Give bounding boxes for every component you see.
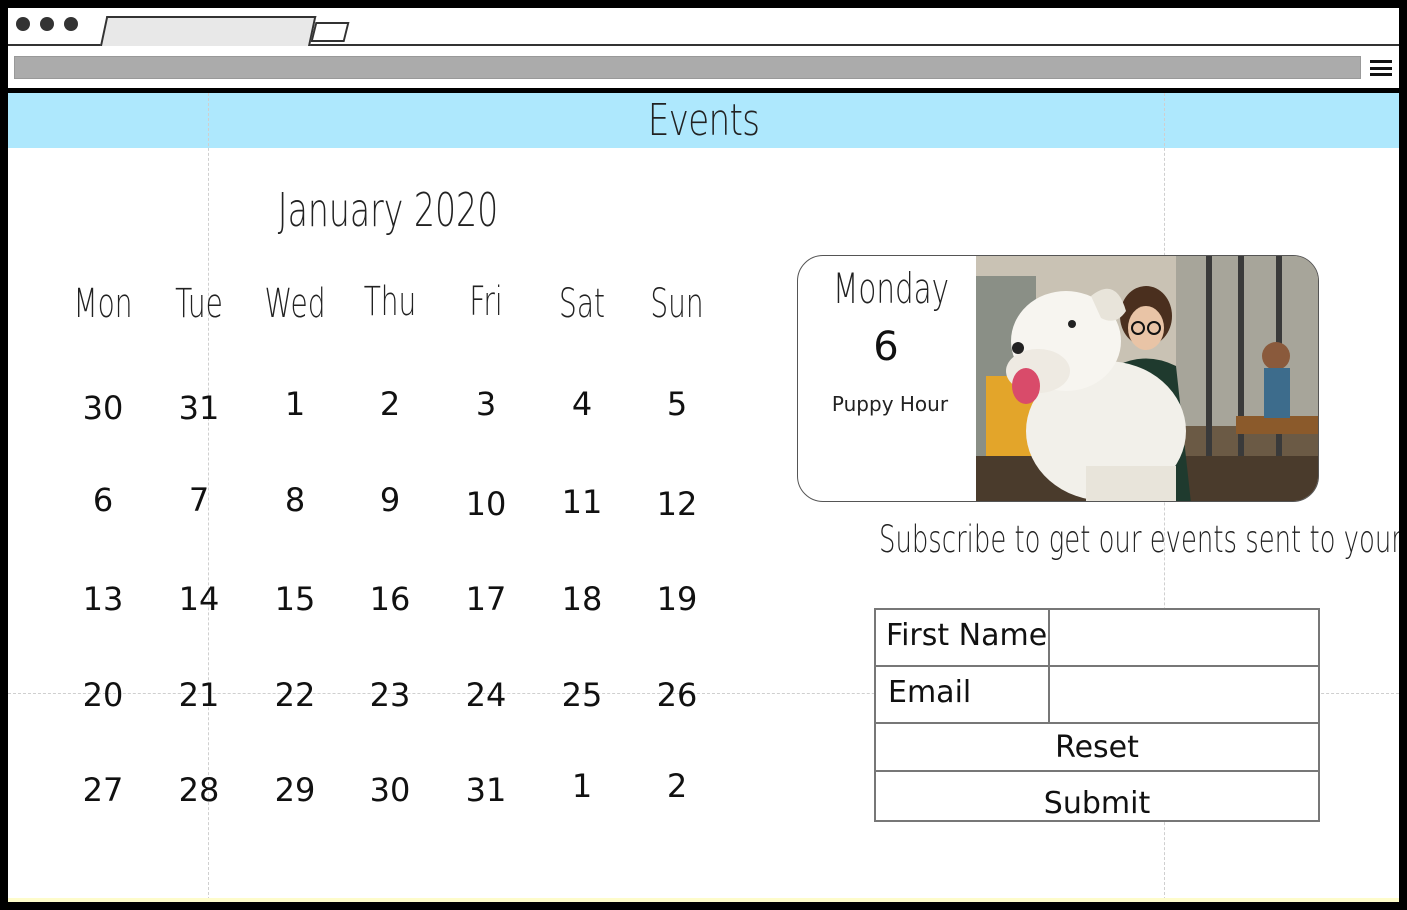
browser-chrome [8, 8, 1399, 93]
calendar-day[interactable]: 16 [345, 580, 435, 618]
calendar-day[interactable]: 19 [632, 580, 722, 618]
calendar-day[interactable]: 8 [250, 481, 340, 519]
menu-bar [1370, 73, 1392, 76]
tab-active[interactable] [100, 16, 317, 46]
calendar-day[interactable]: 24 [441, 676, 531, 714]
window-dots-icon[interactable] [16, 17, 78, 31]
calendar-day[interactable]: 5 [632, 385, 722, 423]
calendar-day[interactable]: 25 [537, 676, 627, 714]
calendar-day[interactable]: 27 [58, 771, 148, 809]
calendar-day[interactable]: 28 [154, 771, 244, 809]
weekday-label: Sun [650, 281, 704, 327]
calendar-day[interactable]: 21 [154, 676, 244, 714]
calendar-day[interactable]: 12 [632, 485, 722, 523]
page-content: Events January 2020 Mon Tue Wed Thu Fri … [8, 93, 1402, 902]
calendar-day[interactable]: 1 [537, 767, 627, 805]
calendar-day[interactable]: 31 [154, 389, 244, 427]
calendar-day[interactable]: 18 [537, 580, 627, 618]
event-card[interactable]: Monday 6 Puppy Hour [797, 255, 1319, 502]
first-name-label: First Name [876, 610, 1050, 665]
calendar-day[interactable]: 2 [345, 385, 435, 423]
subscribe-form: First Name Email Reset Submit [874, 608, 1320, 822]
weekday-label: Fri [469, 279, 503, 325]
calendar-day[interactable]: 14 [154, 580, 244, 618]
event-day-number: 6 [873, 324, 899, 370]
window-dot[interactable] [64, 17, 78, 31]
email-label: Email [876, 667, 1050, 722]
submit-button[interactable]: Submit [876, 774, 1318, 822]
event-photo [976, 256, 1318, 501]
weekday-label: Sat [559, 281, 605, 327]
event-weekday: Monday [832, 264, 950, 313]
calendar-day[interactable]: 6 [58, 481, 148, 519]
address-bar[interactable] [14, 56, 1361, 79]
weekday-label: Thu [363, 279, 417, 325]
calendar-day[interactable]: 17 [441, 580, 531, 618]
calendar-day[interactable]: 3 [441, 385, 531, 423]
event-name: Puppy Hour [831, 392, 949, 416]
first-name-field[interactable] [1052, 612, 1318, 665]
new-tab-button[interactable] [310, 22, 350, 42]
page-title: Events [647, 95, 760, 146]
calendar-day[interactable]: 10 [441, 485, 531, 523]
calendar-day[interactable]: 7 [154, 481, 244, 519]
dog-photo-illustration [976, 256, 1318, 501]
calendar-day[interactable]: 2 [632, 767, 722, 805]
calendar-day[interactable]: 26 [632, 676, 722, 714]
weekday-label: Tue [175, 281, 223, 327]
reset-button[interactable]: Reset [876, 724, 1318, 772]
email-field[interactable] [1052, 669, 1318, 722]
window-dot[interactable] [16, 17, 30, 31]
calendar-month-title: January 2020 [277, 183, 499, 237]
calendar-day[interactable]: 22 [250, 676, 340, 714]
email-row: Email [876, 667, 1318, 724]
calendar-day[interactable]: 20 [58, 676, 148, 714]
menu-bar [1370, 60, 1392, 63]
calendar-day[interactable]: 15 [250, 580, 340, 618]
calendar-day[interactable]: 30 [345, 771, 435, 809]
weekday-label: Mon [73, 281, 133, 327]
calendar-day[interactable]: 11 [537, 483, 627, 521]
first-name-row: First Name [876, 610, 1318, 667]
calendar-day[interactable]: 4 [537, 385, 627, 423]
header-band: Events [8, 93, 1399, 148]
weekday-label: Wed [264, 281, 326, 327]
calendar-day[interactable]: 31 [441, 771, 531, 809]
calendar-day[interactable]: 9 [345, 481, 435, 519]
calendar-day[interactable]: 1 [250, 385, 340, 423]
calendar-day[interactable]: 13 [58, 580, 148, 618]
footer-band [8, 898, 1399, 902]
subscribe-text: Subscribe to get our events sent to your… [879, 518, 1402, 561]
window-dot[interactable] [40, 17, 54, 31]
menu-bar [1370, 66, 1392, 70]
calendar-day[interactable]: 30 [58, 389, 148, 427]
calendar-day[interactable]: 29 [250, 771, 340, 809]
calendar-day[interactable]: 23 [345, 676, 435, 714]
browser-window: Events January 2020 Mon Tue Wed Thu Fri … [0, 0, 1407, 910]
hamburger-menu-icon[interactable] [1370, 58, 1392, 78]
